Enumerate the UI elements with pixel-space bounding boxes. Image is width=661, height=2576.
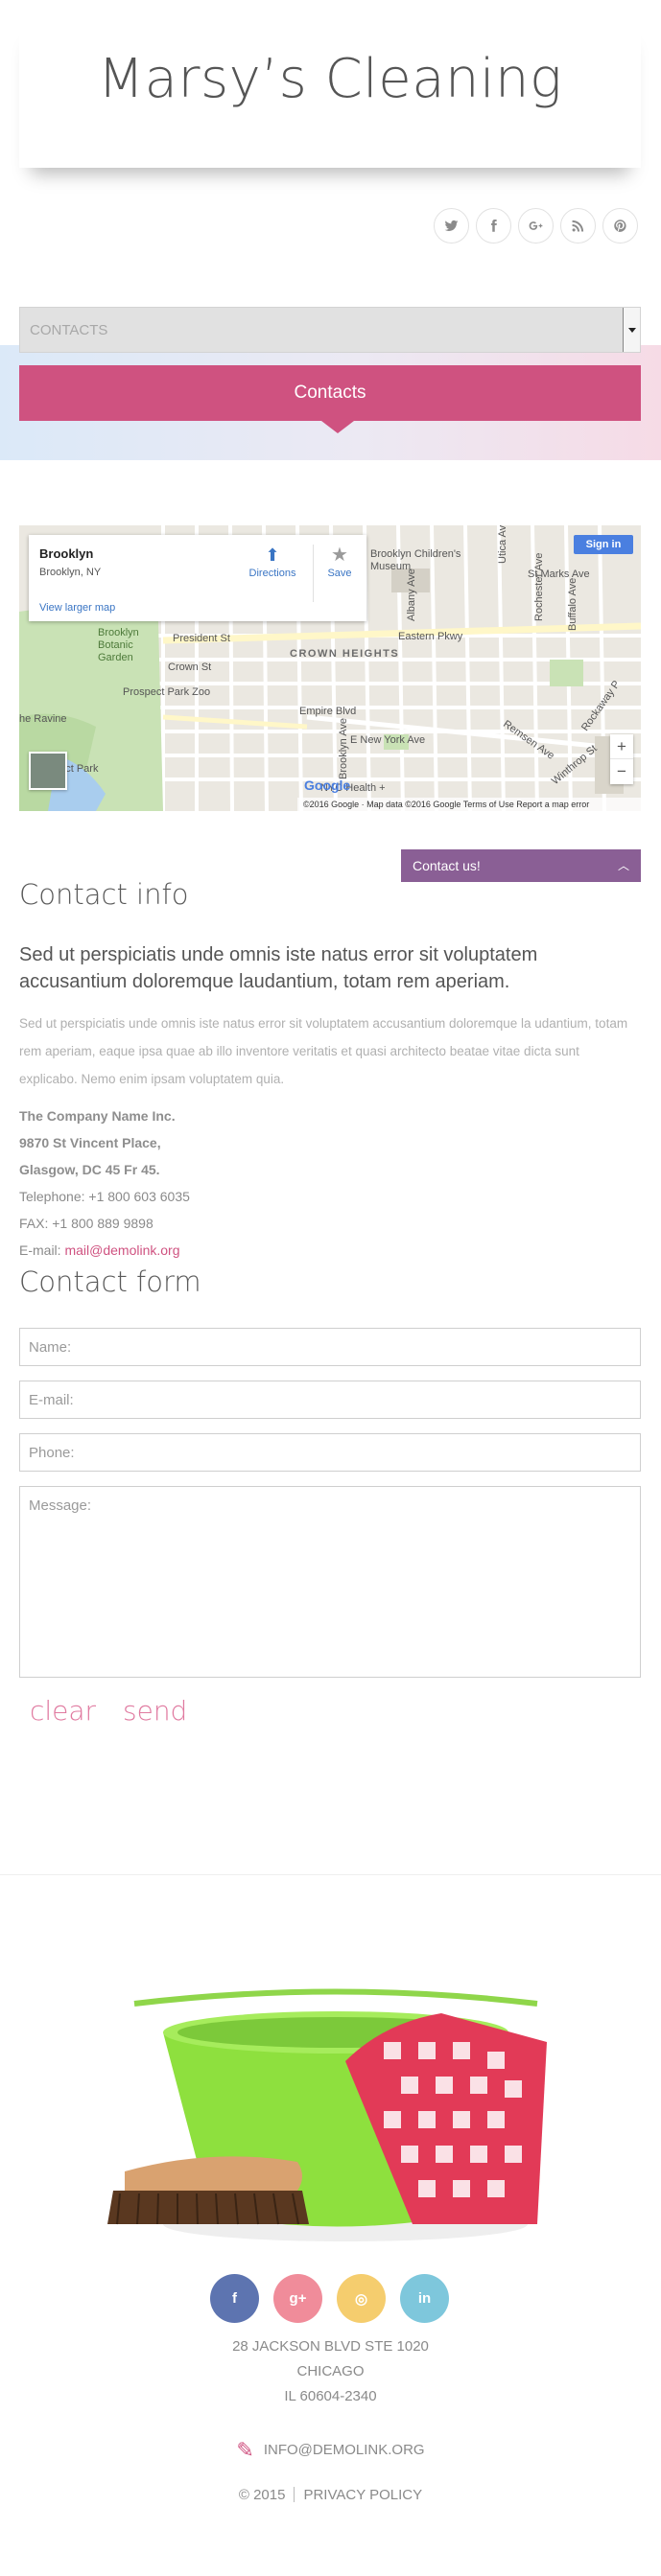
name-placeholder: Name: (29, 1339, 72, 1356)
facebook-icon[interactable]: f (210, 2274, 259, 2323)
copyright-year: © 2015 (238, 2487, 286, 2503)
footer-address-line: 28 JACKSON BLVD STE 1020 (232, 2338, 429, 2355)
page-title: Contacts (294, 383, 366, 403)
map-label: CROWN HEIGHTS (290, 648, 400, 660)
contact-form-heading: Contact form (19, 1265, 201, 1298)
map-place-card: Brooklyn Brooklyn, NY View larger map ⬆ … (29, 535, 366, 621)
place-title: Brooklyn (39, 546, 94, 561)
company-fax: FAX: +1 800 889 9898 (19, 1216, 153, 1231)
company-address: The Company Name Inc. 9870 St Vincent Pl… (19, 1102, 190, 1264)
title-bar-pointer (321, 421, 354, 433)
directions-icon: ⬆ (265, 545, 280, 565)
name-field[interactable]: Name: (19, 1328, 641, 1366)
email-field[interactable]: E-mail: (19, 1381, 641, 1419)
map-label: Buffalo Ave (567, 577, 578, 631)
google-logo: Google (304, 777, 351, 793)
contact-us-label: Contact us! (413, 858, 481, 873)
company-name: The Company Name Inc. (19, 1108, 176, 1124)
map-label: Rochester Ave (533, 552, 545, 621)
map-label: Empire Blvd (299, 706, 357, 717)
map-label: Eastern Pkwy (398, 631, 463, 642)
footer-copyright: © 2015 PRIVACY POLICY (0, 2487, 661, 2503)
facebook-icon[interactable] (476, 208, 511, 244)
rss-icon[interactable] (560, 208, 596, 244)
map-label: Crown St (168, 661, 212, 673)
company-email-row: E-mail: mail@demolink.org (19, 1237, 190, 1264)
phone-placeholder: Phone: (29, 1445, 75, 1461)
rss-icon[interactable]: ◎ (337, 2274, 386, 2323)
header-social-links (434, 208, 638, 244)
navigation-select-value: CONTACTS (30, 322, 108, 338)
message-placeholder: Message: (29, 1497, 92, 1514)
map-label: E New York Ave (350, 734, 426, 746)
send-button[interactable]: send (123, 1695, 187, 1727)
map-label: Brooklyn Botanic Garden (98, 627, 139, 663)
map-label: President St (173, 633, 230, 644)
directions-button[interactable]: ⬆ Directions (244, 543, 301, 579)
map-label: Albany Ave (406, 569, 417, 621)
map-label: he Ravine (19, 713, 67, 725)
zoom-in-button[interactable]: + (610, 734, 633, 759)
google-map[interactable]: Brooklyn Children's Museum CROWN HEIGHTS… (19, 525, 641, 811)
contact-info-lead: Sed ut perspiciatis unde omnis iste natu… (19, 944, 538, 992)
cleaning-bucket-image (107, 1988, 547, 2241)
save-label: Save (327, 568, 352, 579)
contact-us-toggle[interactable]: Contact us! ︿ (401, 849, 641, 882)
chevron-down-icon[interactable] (623, 308, 640, 352)
company-email-link[interactable]: mail@demolink.org (64, 1242, 179, 1258)
map-label: Prospect Park Zoo (123, 686, 211, 698)
message-field[interactable]: Message: (19, 1486, 641, 1678)
navigation-select[interactable]: CONTACTS (19, 307, 641, 353)
contact-info-heading: Contact info (19, 878, 189, 911)
directions-label: Directions (248, 568, 296, 579)
linkedin-icon[interactable]: in (400, 2274, 449, 2323)
satellite-toggle[interactable] (29, 752, 67, 790)
google-plus-icon[interactable]: g+ (273, 2274, 322, 2323)
map-label: Utica Ave (497, 525, 508, 564)
phone-field[interactable]: Phone: (19, 1433, 641, 1472)
email-label: E-mail: (19, 1242, 65, 1258)
edit-icon: ✎ (236, 2438, 254, 2462)
view-larger-map-link[interactable]: View larger map (39, 602, 115, 614)
place-subtitle: Brooklyn, NY (39, 567, 102, 578)
footer-address-line: IL 60604-2340 (284, 2388, 377, 2404)
map-label: Brooklyn Ave (338, 717, 349, 779)
star-icon: ★ (331, 545, 348, 566)
footer-separator (294, 2487, 295, 2502)
map-label: Brooklyn Children's Museum (370, 548, 461, 572)
company-city: Glasgow, DC 45 Fr 45. (19, 1162, 160, 1177)
email-placeholder: E-mail: (29, 1392, 74, 1408)
privacy-policy-link[interactable]: PRIVACY POLICY (303, 2487, 422, 2503)
footer-email-link[interactable]: INFO@DEMOLINK.ORG (264, 2442, 425, 2458)
header-banner: Marsy’s Cleaning (19, 19, 641, 168)
twitter-icon[interactable] (434, 208, 469, 244)
google-plus-icon[interactable] (518, 208, 554, 244)
chevron-up-icon: ︿ (617, 859, 629, 872)
clear-button[interactable]: clear (30, 1695, 96, 1727)
footer-divider (0, 1874, 661, 1875)
site-logo[interactable]: Marsy’s Cleaning (19, 48, 641, 110)
footer-social-links: f g+ ◎ in (210, 2274, 449, 2323)
company-telephone: Telephone: +1 800 603 6035 (19, 1189, 190, 1204)
map-attribution: ©2016 Google · Map data ©2016 Google Ter… (297, 798, 641, 811)
pinterest-icon[interactable] (602, 208, 638, 244)
company-street: 9870 St Vincent Place, (19, 1135, 161, 1150)
footer-address-line: CHICAGO (296, 2363, 365, 2379)
page-title-bar: Contacts (19, 365, 641, 433)
zoom-out-button[interactable]: − (610, 759, 633, 784)
zoom-controls: + − (610, 734, 633, 784)
footer-email: ✎ INFO@DEMOLINK.ORG (0, 2438, 661, 2463)
contact-info-paragraph: Sed ut perspiciatis unde omnis iste natu… (19, 1016, 628, 1086)
footer-address: 28 JACKSON BLVD STE 1020 CHICAGO IL 6060… (0, 2334, 661, 2409)
save-button[interactable]: ★ Save (313, 543, 366, 579)
map-sign-in-button[interactable]: Sign in (574, 535, 633, 554)
